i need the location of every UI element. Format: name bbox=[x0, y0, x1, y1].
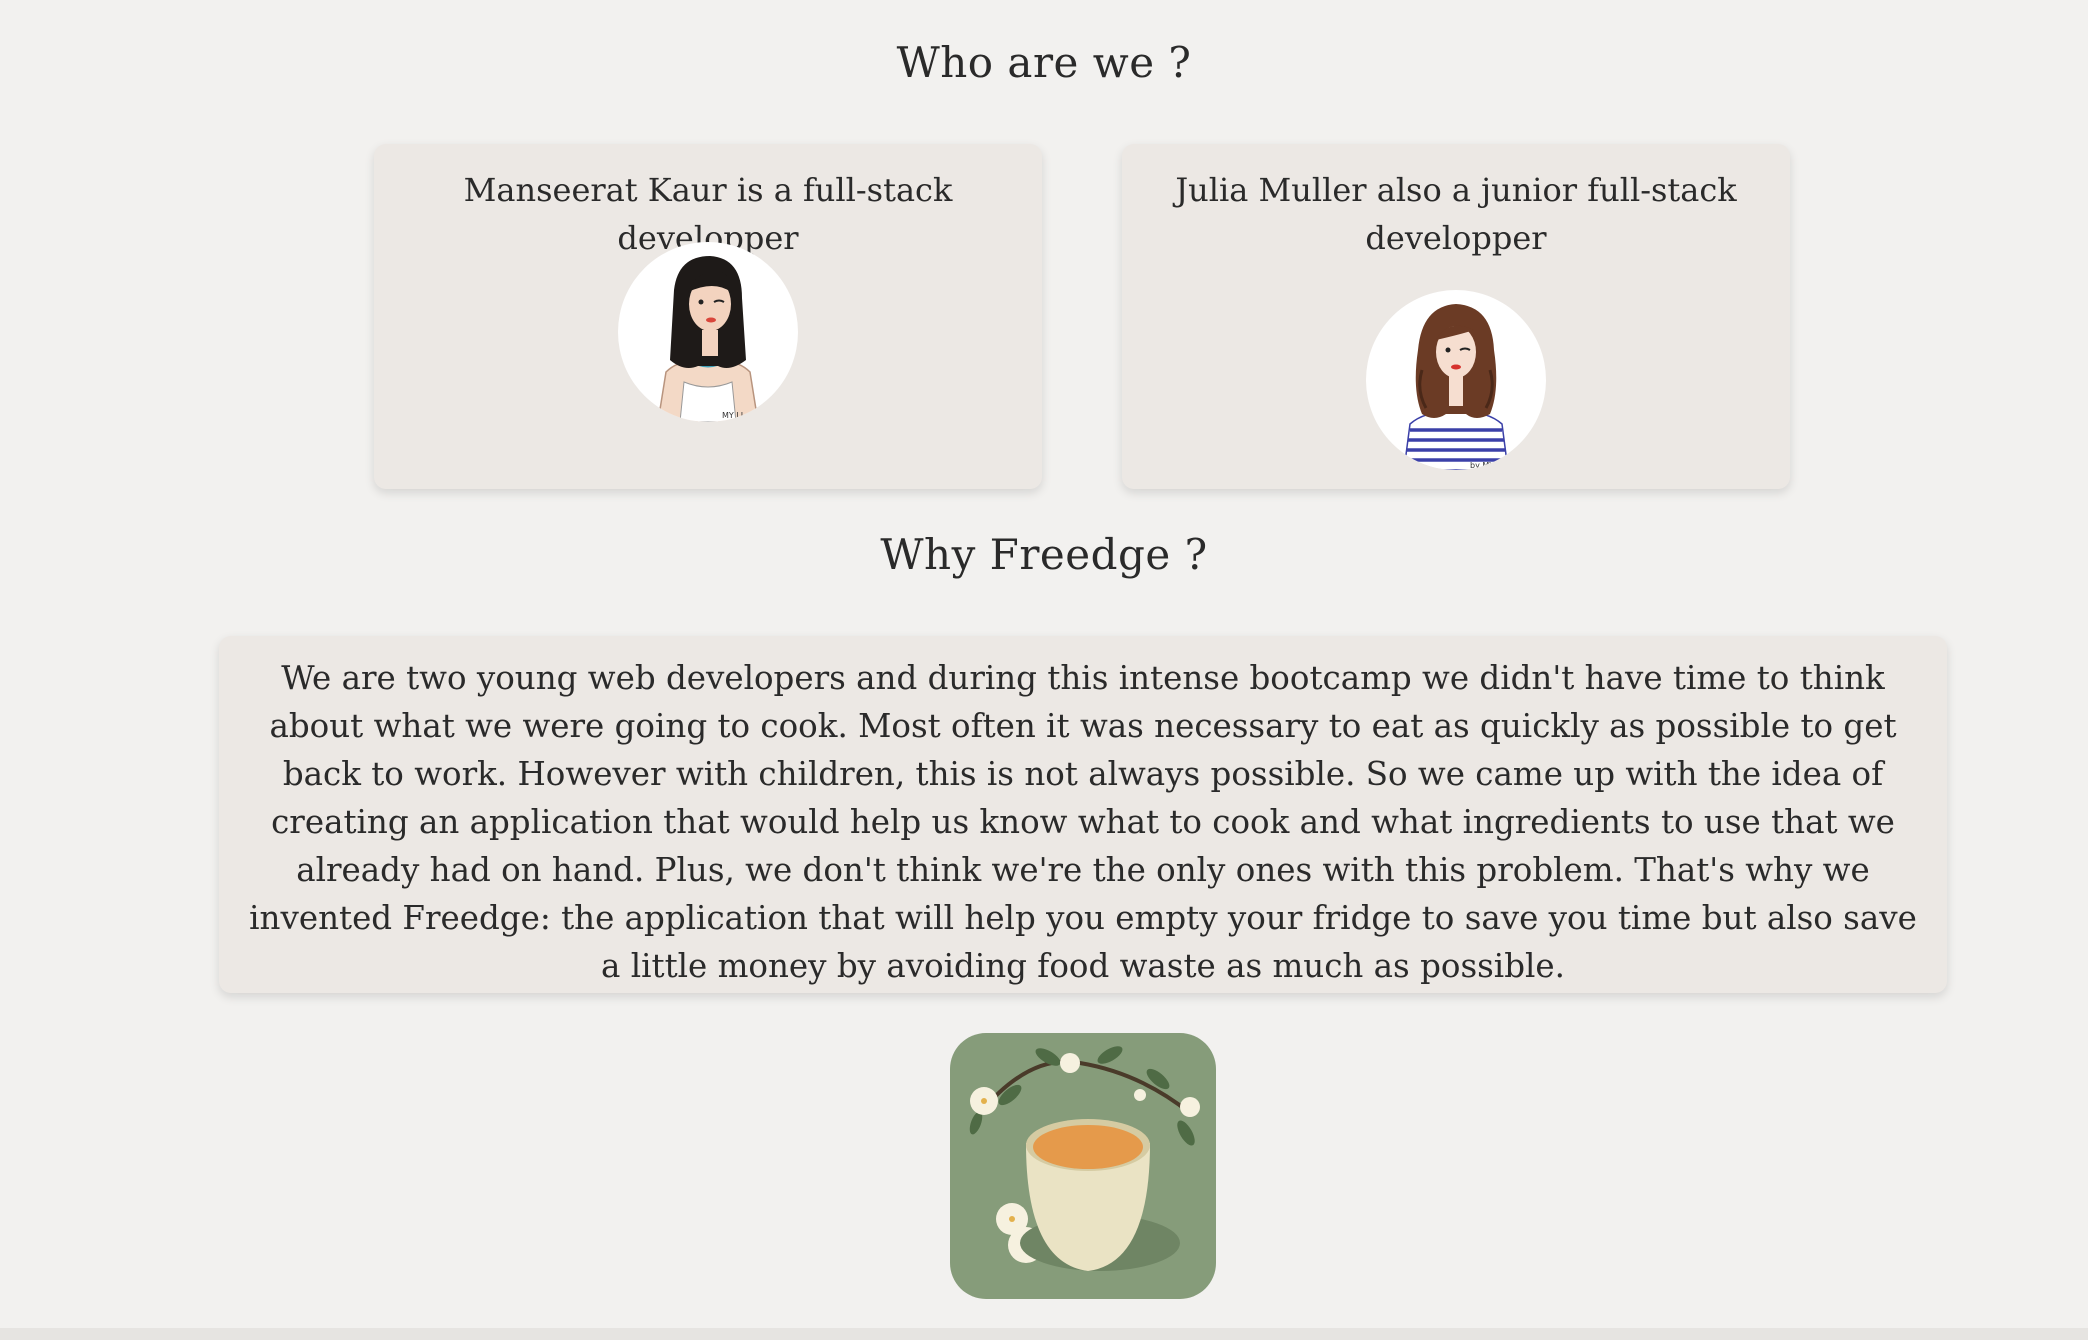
woman-brown-hair-avatar-icon: by MY LI bbox=[1366, 290, 1546, 470]
bottom-page-strip bbox=[0, 1328, 2088, 1340]
team-card-julia: Julia Muller also a junior full-stack de… bbox=[1122, 144, 1790, 489]
why-freedge-card: We are two young web developers and duri… bbox=[219, 636, 1947, 993]
team-card-caption: Julia Muller also a junior full-stack de… bbox=[1175, 171, 1737, 257]
svg-text:MY LI: MY LI bbox=[722, 411, 743, 420]
why-freedge-heading: Why Freedge ? bbox=[880, 530, 1208, 579]
tea-cup-illustration-icon bbox=[950, 1033, 1216, 1299]
who-are-we-heading: Who are we ? bbox=[896, 38, 1192, 87]
svg-text:by MY LI: by MY LI bbox=[1470, 461, 1504, 470]
why-freedge-text: We are two young web developers and duri… bbox=[249, 659, 1917, 985]
team-card-manseerat: Manseerat Kaur is a full-stack developpe… bbox=[374, 144, 1042, 489]
woman-black-hair-avatar-icon: MY LI bbox=[618, 242, 798, 422]
